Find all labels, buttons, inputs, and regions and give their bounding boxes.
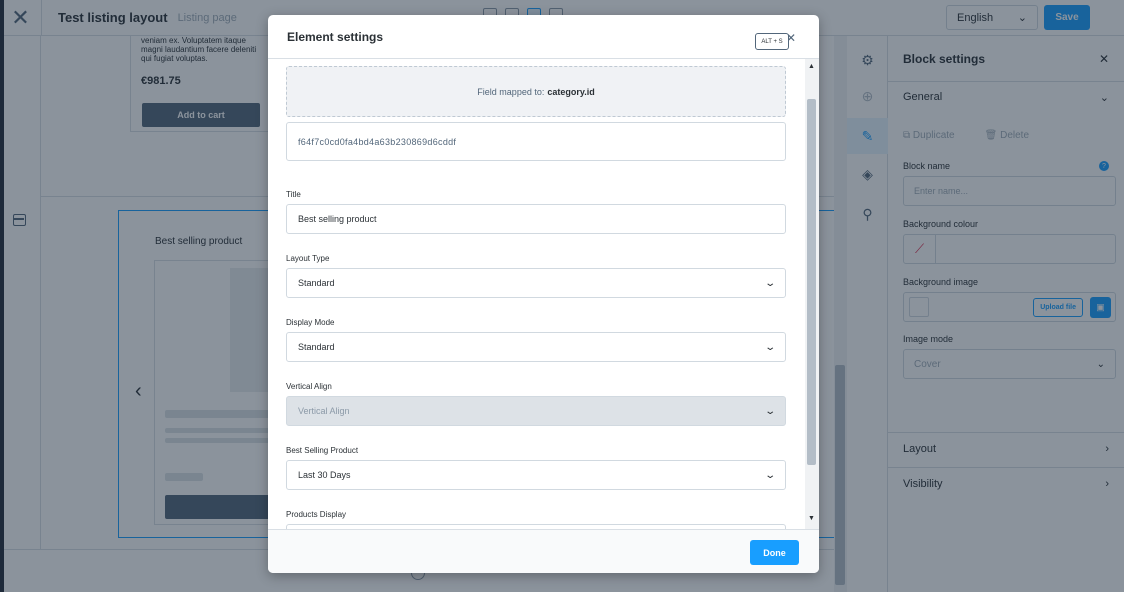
category-id-field[interactable]: f64f7c0cd0fa4bd4a63b230869d6cddf [286, 122, 786, 161]
modal-title: Element settings [287, 29, 384, 44]
mapped-field: category.id [547, 86, 595, 97]
display-mode-select[interactable]: Standard ⌄ [286, 332, 786, 362]
done-button[interactable]: Done [750, 540, 799, 565]
display-mode-label: Display Mode [286, 318, 335, 327]
shortcut-tooltip: ALT + S [755, 33, 789, 50]
vertical-align-select[interactable]: Vertical Align ⌄ [286, 396, 786, 426]
title-label: Title [286, 190, 301, 199]
display-mode-value: Standard [298, 342, 335, 352]
element-settings-modal: Element settings ✕ ALT + S Field mapped … [268, 15, 819, 573]
chevron-down-icon: ⌄ [763, 405, 776, 417]
best-selling-select[interactable]: Last 30 Days ⌄ [286, 460, 786, 490]
chevron-down-icon: ⌄ [763, 277, 776, 289]
modal-body: Field mapped to: category.id f64f7c0cd0f… [268, 59, 819, 529]
field-mapping-notice: Field mapped to: category.id [286, 66, 786, 117]
scroll-down-icon[interactable]: ▼ [808, 515, 815, 522]
chevron-down-icon: ⌄ [763, 341, 776, 353]
title-input[interactable]: Best selling product [286, 204, 786, 234]
vertical-align-placeholder: Vertical Align [298, 406, 350, 416]
best-selling-label: Best Selling Product [286, 446, 359, 455]
products-display-label: Products Display [286, 510, 347, 519]
title-value: Best selling product [298, 214, 377, 224]
modal-scrollbar[interactable]: ▲ ▼ [805, 59, 819, 529]
layout-type-label: Layout Type [286, 254, 330, 263]
layout-type-select[interactable]: Standard ⌄ [286, 268, 786, 298]
layout-type-value: Standard [298, 278, 335, 288]
vertical-align-label: Vertical Align [286, 382, 332, 391]
modal-header: Element settings ✕ ALT + S [268, 15, 819, 59]
mapped-prefix: Field mapped to: [477, 86, 545, 97]
category-id-value: f64f7c0cd0fa4bd4a63b230869d6cddf [298, 136, 457, 147]
chevron-down-icon: ⌄ [763, 469, 776, 481]
left-edge-strip [0, 0, 4, 592]
scroll-up-icon[interactable]: ▲ [808, 63, 815, 70]
modal-scrollbar-thumb[interactable] [807, 99, 816, 465]
best-selling-value: Last 30 Days [298, 470, 351, 480]
modal-footer: Done [268, 529, 819, 573]
